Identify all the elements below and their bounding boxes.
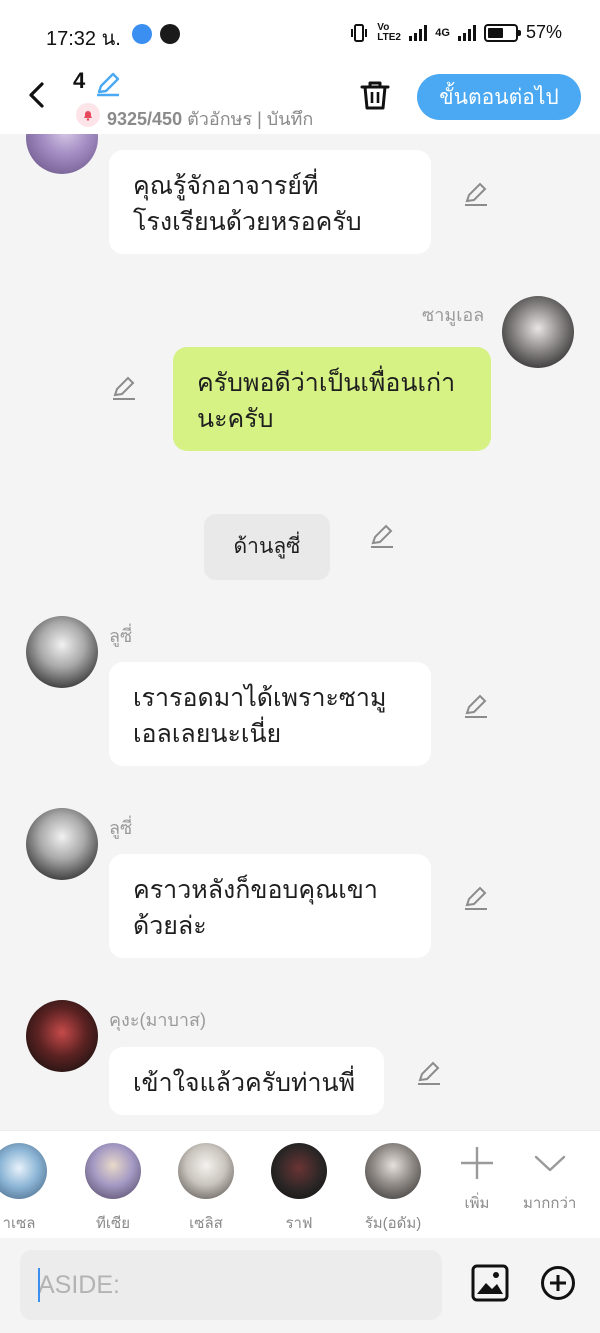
character-label: รัม(อดัม) xyxy=(364,1215,422,1232)
signal-2-icon xyxy=(457,24,476,41)
character-avatar xyxy=(271,1143,327,1199)
edit-message-icon[interactable] xyxy=(110,374,138,402)
character-label: าเซล xyxy=(2,1215,36,1232)
scene-label[interactable]: ด้านลูซี่ xyxy=(204,514,330,580)
edit-title-icon[interactable] xyxy=(94,70,122,98)
character-item[interactable]: าเซล xyxy=(0,1143,47,1235)
message-bubble[interactable]: คราวหลังก็ขอบคุณเขา ด้วยล่ะ xyxy=(109,854,431,958)
composer-bar xyxy=(0,1238,600,1333)
character-avatar xyxy=(0,1143,47,1199)
message-line: นะครับ xyxy=(197,405,274,433)
editor-header: 4 9325/450 ตัวอักษร | บันทึก ขั้นตอนต่อไ… xyxy=(0,66,600,134)
message-bubble[interactable]: เรารอดมาได้เพราะซามู เอลเลยนะเนี่ย xyxy=(109,662,431,766)
app-notification-icon xyxy=(132,24,152,44)
edit-message-icon[interactable] xyxy=(462,180,490,208)
text-cursor xyxy=(38,1268,40,1302)
message-line: เข้าใจแล้วครับท่านพี่ xyxy=(133,1069,356,1097)
avatar[interactable] xyxy=(26,1000,98,1072)
signal-icon xyxy=(409,24,428,41)
character-counter: 9325/450 ตัวอักษร | บันทึก xyxy=(107,104,332,133)
status-bar: 17:32 น. Vo LTE2 4G 57% xyxy=(0,0,600,66)
volte-badge: Vo LTE2 xyxy=(377,21,401,43)
next-step-button[interactable]: ขั้นตอนต่อไป xyxy=(417,74,581,120)
more-characters-button[interactable]: มากกว่า xyxy=(523,1143,576,1215)
chat-area: คุณรู้จักอาจารย์ที่ โรงเรียนด้วยหรอครับ … xyxy=(0,134,600,1130)
avatar[interactable] xyxy=(26,616,98,688)
edit-message-icon[interactable] xyxy=(415,1059,443,1087)
bell-icon xyxy=(76,103,100,127)
sender-name: ลูซี่ xyxy=(109,818,133,838)
sender-name: ลูซี่ xyxy=(109,626,133,646)
battery-icon xyxy=(483,23,521,42)
sender-name: ซามูเอล xyxy=(422,305,485,325)
add-character-button[interactable]: เพิ่ม xyxy=(457,1143,497,1215)
message-bubble[interactable]: เข้าใจแล้วครับท่านพี่ xyxy=(109,1047,384,1115)
character-avatar xyxy=(365,1143,421,1199)
chevron-down-icon xyxy=(534,1155,565,1172)
avatar[interactable] xyxy=(26,808,98,880)
message-line: คราวหลังก็ขอบคุณเขา xyxy=(133,876,378,904)
message-line: เอลเลยนะเนี่ย xyxy=(133,720,282,748)
character-label: ราฟ xyxy=(285,1215,313,1232)
character-avatar xyxy=(178,1143,234,1199)
trash-icon[interactable] xyxy=(358,78,392,112)
episode-number: 4 xyxy=(73,68,86,93)
edit-message-icon[interactable] xyxy=(462,692,490,720)
character-item[interactable]: ทีเซีย xyxy=(85,1143,141,1235)
sender-name: คุงะ(มาบาส) xyxy=(109,1010,206,1030)
character-item[interactable]: เซลิส xyxy=(178,1143,234,1235)
message-bubble[interactable]: คุณรู้จักอาจารย์ที่ โรงเรียนด้วยหรอครับ xyxy=(109,150,431,254)
character-label: เซลิส xyxy=(189,1215,223,1232)
edit-message-icon[interactable] xyxy=(462,884,490,912)
avatar[interactable] xyxy=(26,134,98,174)
line-notification-icon xyxy=(160,24,180,44)
character-label: ทีเซีย xyxy=(96,1215,130,1232)
message-line: เรารอดมาได้เพราะซามู xyxy=(133,684,387,712)
character-item[interactable]: ราฟ xyxy=(271,1143,327,1235)
message-line: โรงเรียนด้วยหรอครับ xyxy=(133,208,362,236)
image-icon[interactable] xyxy=(471,1264,509,1302)
status-time: 17:32 น. xyxy=(46,28,121,50)
avatar[interactable] xyxy=(502,296,574,368)
message-line: คุณรู้จักอาจารย์ที่ xyxy=(133,172,319,200)
battery-percent: 57% xyxy=(525,22,562,42)
character-avatar xyxy=(85,1143,141,1199)
aside-input[interactable] xyxy=(20,1250,442,1320)
message-line: ครับพอดีว่าเป็นเพื่อนเก่า xyxy=(197,369,456,397)
character-item[interactable]: รัม(อดัม) xyxy=(365,1143,421,1235)
vibrate-icon xyxy=(351,23,368,42)
network-badge: 4G xyxy=(435,26,450,39)
plus-icon xyxy=(461,1147,493,1179)
message-bubble[interactable]: ครับพอดีว่าเป็นเพื่อนเก่า นะครับ xyxy=(173,347,491,451)
more-label: มากกว่า xyxy=(523,1195,577,1212)
character-bar: าเซล ทีเซีย เซลิส ราฟ รัม(อดัม) เพิ่ม มา… xyxy=(0,1130,600,1238)
battery-fill xyxy=(487,27,503,38)
char-unit: ตัวอักษร | บันทึก xyxy=(187,109,314,129)
edit-message-icon[interactable] xyxy=(368,522,396,550)
char-count: 9325/450 xyxy=(107,109,183,129)
add-icon[interactable] xyxy=(540,1265,576,1301)
add-label: เพิ่ม xyxy=(464,1195,490,1212)
status-indicators: Vo LTE2 4G 57% xyxy=(349,22,562,43)
back-icon[interactable] xyxy=(24,78,52,112)
message-line: ด้วยล่ะ xyxy=(133,912,207,940)
